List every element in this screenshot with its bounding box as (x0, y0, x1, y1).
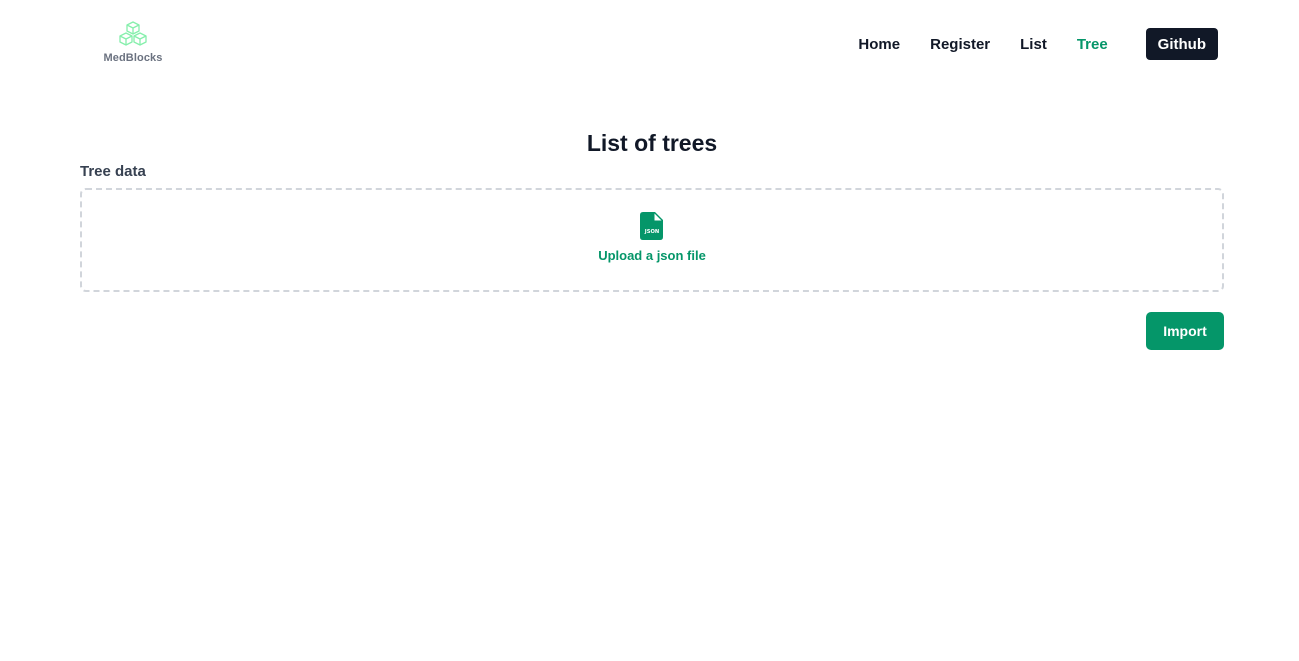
upload-json-link[interactable]: Upload a json file (82, 248, 1222, 263)
logo-text: MedBlocks (103, 52, 163, 64)
json-icon-text: JSON (644, 229, 659, 235)
github-button[interactable]: Github (1145, 28, 1218, 60)
cubes-logo-icon (119, 21, 147, 46)
nav-link-register[interactable]: Register (930, 36, 990, 53)
json-file-icon: JSON (640, 212, 663, 240)
json-upload-dropzone[interactable]: JSON Upload a json file (80, 188, 1224, 292)
tree-data-label: Tree data (80, 163, 146, 180)
import-button[interactable]: Import (1146, 312, 1224, 350)
page-title: List of trees (586, 130, 718, 156)
nav-link-home[interactable]: Home (858, 36, 900, 53)
nav-links: Home Register List Tree Github (858, 28, 1218, 60)
nav-link-list[interactable]: List (1020, 36, 1047, 53)
nav-link-tree[interactable]: Tree (1077, 36, 1108, 53)
logo[interactable]: MedBlocks (100, 20, 166, 70)
navbar: MedBlocks Home Register List Tree Github (0, 0, 1299, 90)
